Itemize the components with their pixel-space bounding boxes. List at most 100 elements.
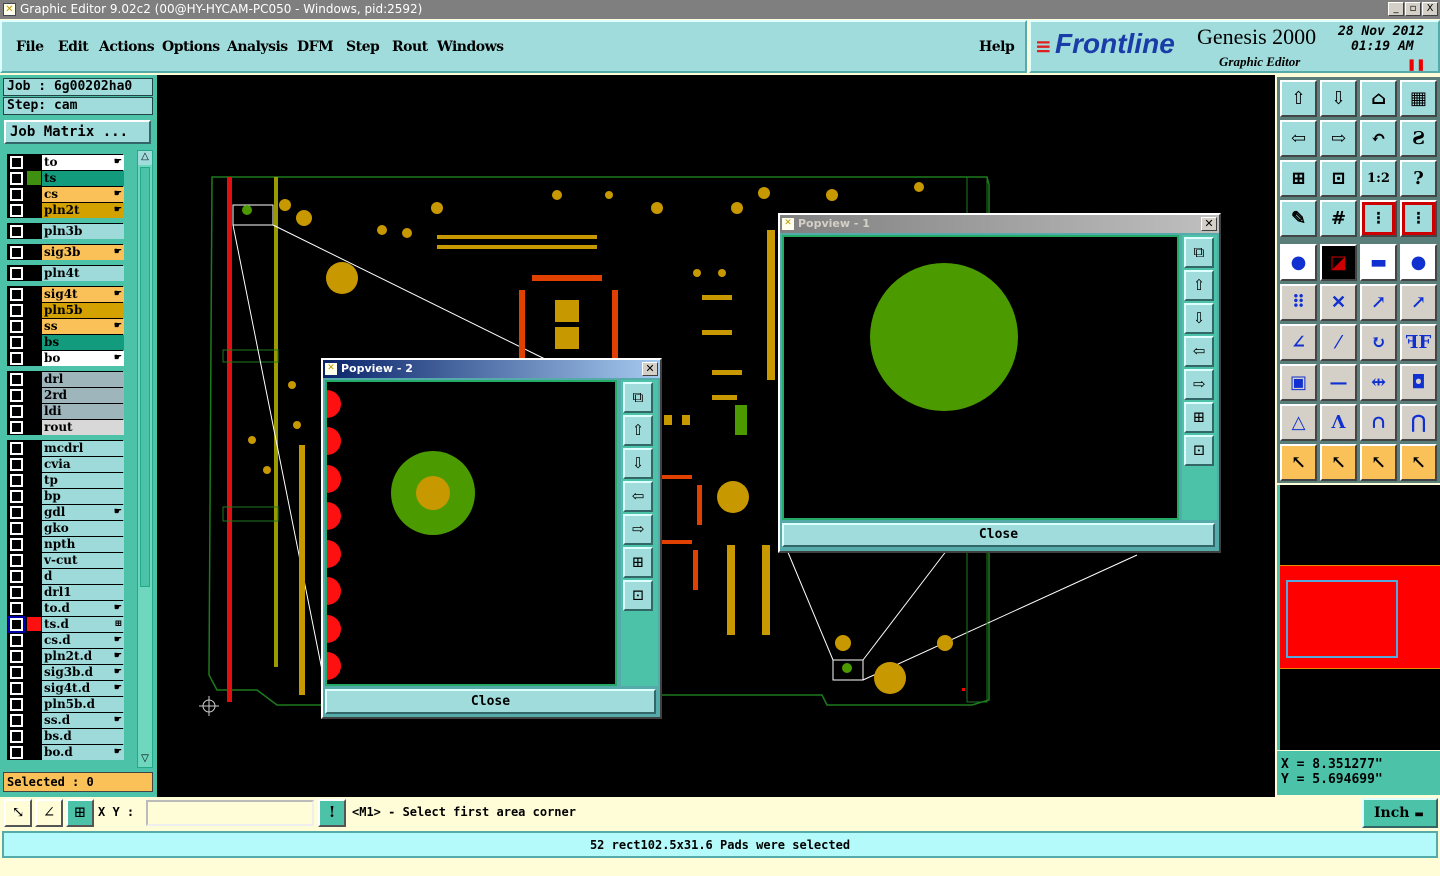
select-box-icon[interactable]: ↖ bbox=[1320, 444, 1357, 481]
layer-name[interactable]: bs.d bbox=[42, 728, 124, 744]
layer-checkbox[interactable] bbox=[9, 696, 24, 712]
layer-row[interactable]: ldi bbox=[7, 403, 124, 419]
layer-checkbox[interactable] bbox=[9, 488, 24, 504]
slash-line-icon[interactable]: ⁄ bbox=[1320, 324, 1357, 361]
cut-line-icon[interactable]: ✕ bbox=[1320, 284, 1357, 321]
popview-2-view[interactable] bbox=[313, 380, 617, 686]
menu-windows[interactable]: Windows bbox=[437, 39, 504, 55]
layer-row[interactable]: drl bbox=[7, 371, 124, 387]
shapes-icon[interactable]: ◘ bbox=[1400, 364, 1437, 401]
layer-name[interactable]: pln5b.d bbox=[42, 696, 124, 712]
layer-row[interactable]: ss.d ☛ bbox=[7, 712, 124, 728]
menu-actions[interactable]: Actions bbox=[99, 39, 155, 55]
popview-1-view[interactable] bbox=[782, 235, 1179, 520]
layer-name[interactable]: bs bbox=[42, 334, 124, 350]
select-icon[interactable]: ↖ bbox=[1280, 444, 1317, 481]
layer-red-icon[interactable]: ⁝ bbox=[1400, 200, 1437, 237]
layer-name[interactable]: pln3b bbox=[42, 223, 124, 239]
layer-name[interactable]: cs.d ☛ bbox=[42, 632, 124, 648]
layer-checkbox[interactable] bbox=[9, 440, 24, 456]
layer-name[interactable]: sig4t.d ☛ bbox=[42, 680, 124, 696]
overview-map[interactable] bbox=[1277, 485, 1440, 750]
menu-rout[interactable]: Rout bbox=[392, 39, 428, 55]
popview-2-close-x[interactable]: ✕ bbox=[642, 362, 658, 376]
layer-checkbox[interactable] bbox=[9, 664, 24, 680]
layer-row[interactable]: npth bbox=[7, 536, 124, 552]
pad-icon[interactable]: ● bbox=[1400, 244, 1437, 281]
menu-help[interactable]: Help bbox=[979, 39, 1015, 55]
layer-checkbox[interactable] bbox=[9, 632, 24, 648]
maximize-button[interactable]: ▫ bbox=[1405, 2, 1421, 16]
move-pad-fill-icon[interactable]: ↗ bbox=[1400, 284, 1437, 321]
layer-name[interactable]: cvia bbox=[42, 456, 124, 472]
layer-name[interactable]: npth bbox=[42, 536, 124, 552]
pan-left-icon[interactable]: ⇦ bbox=[1280, 120, 1317, 157]
layer-checkbox[interactable] bbox=[9, 728, 24, 744]
layer-name[interactable]: pln2t ☛ bbox=[42, 202, 124, 218]
rotate-icon[interactable]: ↻ bbox=[1360, 324, 1397, 361]
select-net-icon[interactable]: ↖ bbox=[1400, 444, 1437, 481]
popview-1-close-button[interactable]: Close bbox=[782, 523, 1215, 547]
layer-row[interactable]: bp bbox=[7, 488, 124, 504]
layer-checkbox[interactable] bbox=[9, 371, 24, 387]
layer-name[interactable]: sig3b.d ☛ bbox=[42, 664, 124, 680]
pan-left-icon[interactable]: ⇦ bbox=[1184, 336, 1214, 367]
layer-checkbox[interactable] bbox=[9, 154, 24, 170]
layer-checkbox[interactable] bbox=[9, 568, 24, 584]
layer-name[interactable]: to.d ☛ bbox=[42, 600, 124, 616]
layer-name[interactable]: sig3b ☛ bbox=[42, 244, 124, 260]
grid-icon[interactable]: # bbox=[1320, 200, 1357, 237]
layer-checkbox[interactable] bbox=[9, 244, 24, 260]
layer-row[interactable]: sig3b ☛ bbox=[7, 244, 124, 260]
zoom-out-icon[interactable]: ⊡ bbox=[1184, 435, 1214, 466]
zoom-out-icon[interactable]: ⊡ bbox=[623, 580, 653, 611]
zoom-in-icon[interactable]: ⊞ bbox=[623, 547, 653, 578]
scroll-thumb[interactable] bbox=[140, 167, 150, 587]
grid-snap-icon[interactable]: ⊞ bbox=[66, 799, 94, 827]
layer-row[interactable]: drl1 bbox=[7, 584, 124, 600]
pan-left-icon[interactable]: ⇦ bbox=[623, 481, 653, 512]
zoom-out-icon[interactable]: ⊡ bbox=[1320, 160, 1357, 197]
graphic-canvas[interactable]: ✕ Popview - 1 ✕ ⧉ ⇧ ⇩ ⇦ ⇨ ⊞ ⊡ Close ✕ Popview - 2… bbox=[157, 75, 1275, 797]
popview-1-close-x[interactable]: ✕ bbox=[1201, 217, 1217, 231]
pan-down-icon[interactable]: ⇩ bbox=[1184, 303, 1214, 334]
layer-name[interactable]: cs ☛ bbox=[42, 186, 124, 202]
menu-file[interactable]: File bbox=[16, 39, 44, 55]
layer-checkbox[interactable] bbox=[9, 552, 24, 568]
layer-name[interactable]: gko bbox=[42, 520, 124, 536]
move-pad-icon[interactable]: ↗ bbox=[1360, 284, 1397, 321]
layer-checkbox[interactable] bbox=[9, 712, 24, 728]
measure-area-icon[interactable]: ◪ bbox=[1320, 244, 1357, 281]
undo-view-icon[interactable]: ↶ bbox=[1360, 120, 1397, 157]
close-window-button[interactable]: X bbox=[1422, 2, 1438, 16]
layer-row[interactable]: to ☛ bbox=[7, 154, 124, 170]
help-icon[interactable]: ? bbox=[1400, 160, 1437, 197]
layer-checkbox[interactable] bbox=[9, 334, 24, 350]
layer-row[interactable]: mcdrl bbox=[7, 440, 124, 456]
pan-up-icon[interactable]: ⇧ bbox=[1184, 270, 1214, 301]
layer-row[interactable]: sig3b.d ☛ bbox=[7, 664, 124, 680]
layer-checkbox[interactable] bbox=[9, 520, 24, 536]
layer-name[interactable]: ss.d ☛ bbox=[42, 712, 124, 728]
layer-checkbox[interactable] bbox=[9, 744, 24, 760]
layer-row[interactable]: pln4t bbox=[7, 265, 124, 281]
layer-checkbox[interactable] bbox=[9, 584, 24, 600]
zoom-back-icon[interactable]: ⧉ bbox=[1184, 237, 1214, 268]
angle-line-icon[interactable]: ∠ bbox=[1280, 324, 1317, 361]
layer-name[interactable]: rout bbox=[42, 419, 124, 435]
layer-row[interactable]: cs ☛ bbox=[7, 186, 124, 202]
scale-1-2-icon[interactable]: 1:2 bbox=[1360, 160, 1397, 197]
zoom-back-icon[interactable]: ⧉ bbox=[623, 382, 653, 413]
layer-row[interactable]: sig4t ☛ bbox=[7, 286, 124, 302]
layer-name[interactable]: drl1 bbox=[42, 584, 124, 600]
home-icon[interactable]: ⌂ bbox=[1360, 80, 1397, 117]
arc-icon[interactable]: Λ bbox=[1320, 404, 1357, 441]
layer-checkbox[interactable] bbox=[9, 472, 24, 488]
layer-name[interactable]: tp bbox=[42, 472, 124, 488]
ruler-icon[interactable]: ▬ bbox=[1360, 244, 1397, 281]
zoom-in-icon[interactable]: ⊞ bbox=[1184, 402, 1214, 433]
minimize-button[interactable]: _ bbox=[1388, 2, 1404, 16]
connect-icon[interactable]: ⠿ bbox=[1280, 284, 1317, 321]
move-square-icon[interactable]: ▣ bbox=[1280, 364, 1317, 401]
layer-checkbox[interactable] bbox=[9, 419, 24, 435]
